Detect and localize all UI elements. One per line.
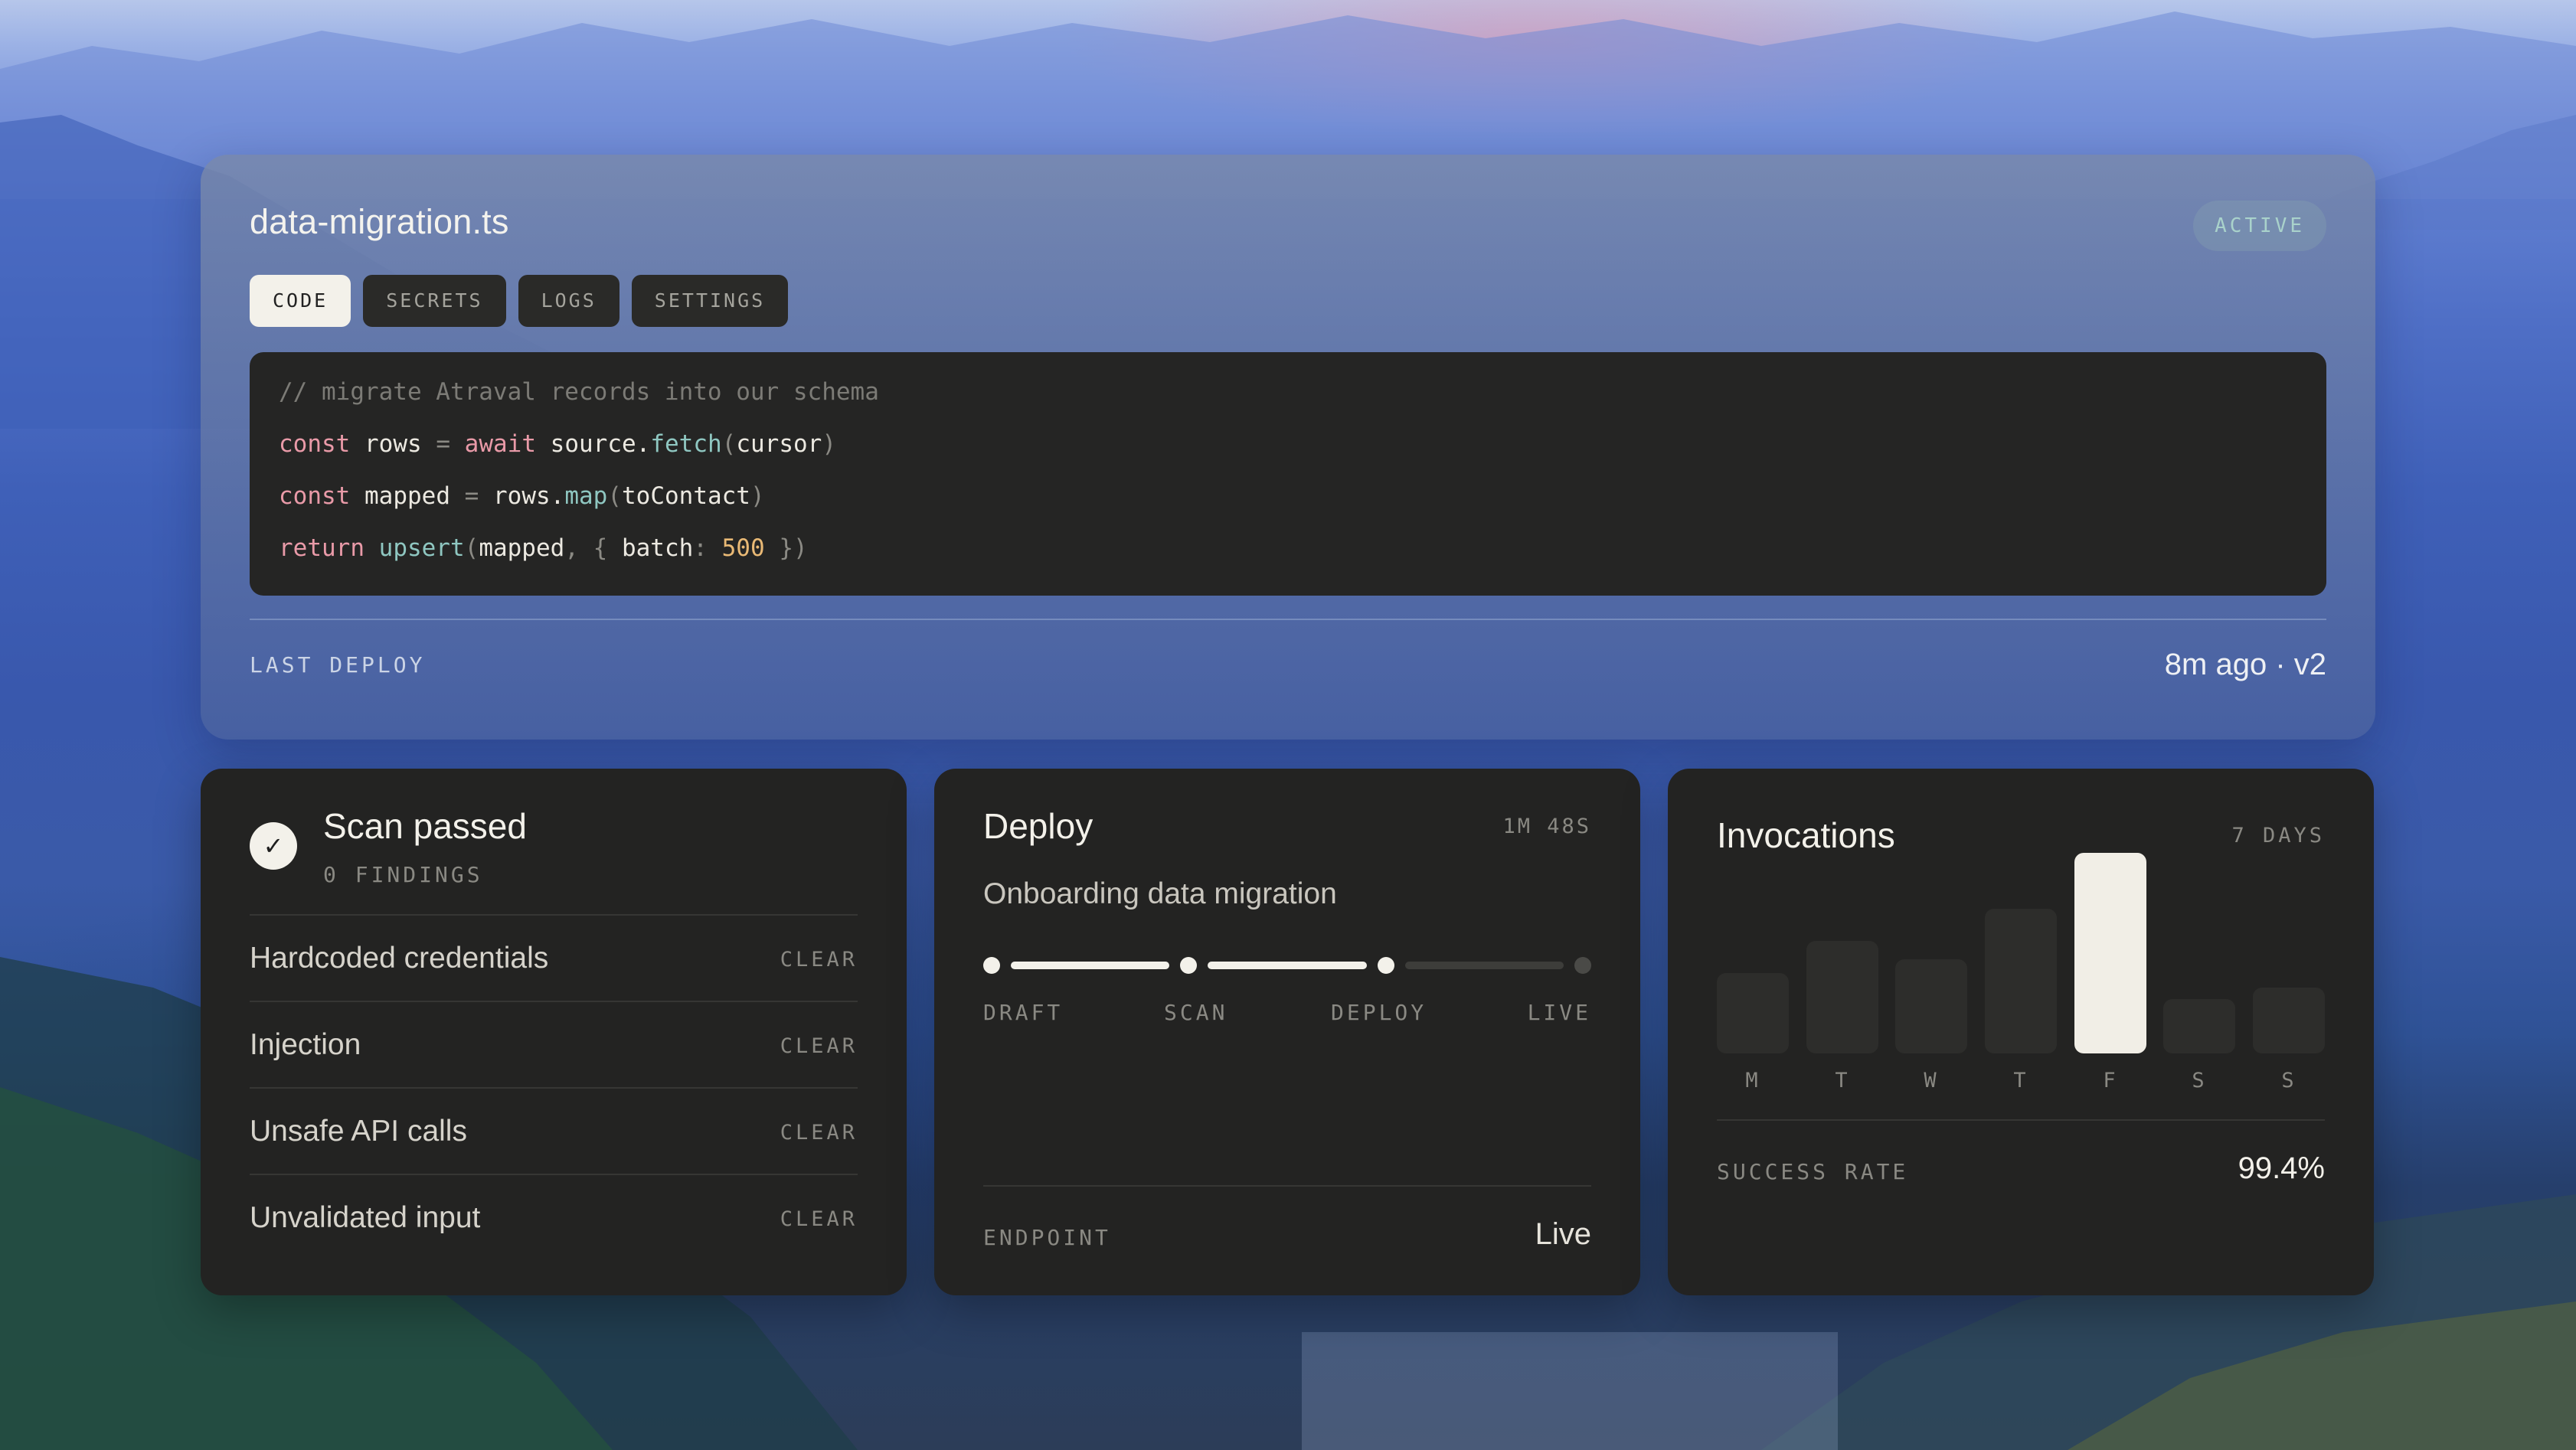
day-label: T	[1835, 1069, 1850, 1092]
chart-bar[interactable]	[2163, 999, 2235, 1053]
scan-list: Hardcoded credentials CLEAR Injection CL…	[250, 914, 858, 1260]
deploy-card: Deploy 1M 48S Onboarding data migration …	[934, 769, 1640, 1295]
code-function: fetch	[650, 430, 722, 458]
code-key: batch	[621, 534, 694, 562]
deploy-title: Deploy	[983, 806, 1093, 846]
progress-dot	[1574, 957, 1591, 974]
scan-card: ✓ Scan passed 0 FINDINGS Hardcoded crede…	[201, 769, 907, 1295]
code-argument: cursor	[736, 430, 822, 458]
chart-bar[interactable]	[1806, 941, 1878, 1053]
scan-item-label: Unvalidated input	[250, 1201, 481, 1234]
progress-dot	[983, 957, 1000, 974]
progress-segment	[1011, 962, 1169, 969]
divider	[983, 1185, 1591, 1187]
divider	[250, 619, 2326, 620]
code-function: upsert	[378, 534, 465, 562]
last-deploy-value: 8m ago · v2	[2164, 648, 2326, 681]
list-item[interactable]: Unsafe API calls CLEAR	[250, 1087, 858, 1174]
code-separator: , {	[564, 534, 608, 562]
progress-dot	[1180, 957, 1197, 974]
code-keyword: await	[464, 430, 536, 458]
scan-item-label: Unsafe API calls	[250, 1115, 467, 1148]
deploy-subtitle: Onboarding data migration	[983, 877, 1337, 910]
stage-scan: SCAN	[1164, 1000, 1228, 1025]
code-operator: =	[464, 482, 479, 510]
scan-item-status: CLEAR	[780, 1207, 858, 1231]
tab-secrets[interactable]: SECRETS	[363, 275, 506, 327]
progress-dot	[1378, 957, 1394, 974]
chart-bar[interactable]	[2253, 988, 2325, 1053]
scan-item-status: CLEAR	[780, 1034, 858, 1058]
invocations-range: 7 DAYS	[2231, 824, 2325, 847]
invocations-card: Invocations 7 DAYS MTWTFSS SUCCESS RATE …	[1668, 769, 2374, 1295]
code-line-2: const rows = await source.fetch(cursor)	[279, 427, 2297, 479]
code-paren: )	[822, 430, 836, 458]
code-paren: )	[750, 482, 765, 510]
code-line-3: const mapped = rows.map(toContact)	[279, 479, 2297, 531]
code-line-4: return upsert(mapped, { batch: 500 })	[279, 531, 2297, 583]
list-item[interactable]: Unvalidated input CLEAR	[250, 1174, 858, 1260]
code-function: map	[564, 482, 608, 510]
code-argument: mapped	[479, 534, 565, 562]
code-operator: =	[436, 430, 450, 458]
day-label: T	[2013, 1069, 2028, 1092]
code-line-1: // migrate Atraval records into our sche…	[279, 375, 2297, 427]
findings-count: 0 FINDINGS	[323, 862, 483, 887]
last-deploy-label: LAST DEPLOY	[250, 652, 426, 678]
day-label: S	[2281, 1069, 2296, 1092]
chart-bar[interactable]	[2074, 853, 2146, 1053]
code-keyword: const	[279, 430, 351, 458]
divider	[1717, 1119, 2325, 1121]
deploy-duration: 1M 48S	[1502, 815, 1591, 838]
code-paren: })	[779, 534, 808, 562]
scan-item-label: Hardcoded credentials	[250, 942, 549, 975]
code-identifier: mapped	[364, 482, 450, 510]
day-label: S	[2192, 1069, 2207, 1092]
deploy-progress-track	[983, 954, 1591, 977]
stage-deploy: DEPLOY	[1331, 1000, 1427, 1025]
code-object: rows.	[493, 482, 565, 510]
endpoint-label: ENDPOINT	[983, 1225, 1111, 1250]
editor-tabs: CODE SECRETS LOGS SETTINGS	[250, 275, 789, 327]
tab-code[interactable]: CODE	[250, 275, 351, 327]
scan-item-status: CLEAR	[780, 948, 858, 972]
check-icon: ✓	[250, 822, 297, 870]
code-block[interactable]: // migrate Atraval records into our sche…	[250, 352, 2326, 596]
tab-settings[interactable]: SETTINGS	[631, 275, 789, 327]
invocations-bar-chart	[1717, 845, 2325, 1053]
day-label: M	[1745, 1069, 1760, 1092]
stage-live: LIVE	[1527, 1000, 1591, 1025]
file-title: data-migration.ts	[250, 202, 509, 241]
code-paren: (	[721, 430, 737, 458]
progress-segment	[1208, 962, 1367, 969]
scan-title: Scan passed	[323, 806, 527, 846]
code-colon: :	[693, 534, 708, 562]
tab-logs[interactable]: LOGS	[518, 275, 619, 327]
editor-panel: data-migration.ts ACTIVE CODE SECRETS LO…	[201, 155, 2375, 740]
stage-draft: DRAFT	[983, 1000, 1064, 1025]
progress-segment	[1405, 962, 1564, 969]
chart-bar[interactable]	[1717, 973, 1789, 1053]
chart-bar[interactable]	[1985, 909, 2057, 1053]
code-object: source.	[550, 430, 651, 458]
status-badge: ACTIVE	[2193, 201, 2326, 251]
code-paren: (	[607, 482, 622, 510]
code-keyword: const	[279, 482, 351, 510]
scan-item-label: Injection	[250, 1028, 361, 1061]
list-item[interactable]: Injection CLEAR	[250, 1001, 858, 1087]
endpoint-value: Live	[1535, 1217, 1591, 1251]
success-rate-value: 99.4%	[2238, 1151, 2325, 1185]
code-number: 500	[721, 534, 765, 562]
list-item[interactable]: Hardcoded credentials CLEAR	[250, 914, 858, 1001]
code-argument: toContact	[622, 482, 750, 510]
code-identifier: rows	[364, 430, 422, 458]
chart-bar[interactable]	[1895, 959, 1967, 1053]
code-paren: (	[464, 534, 479, 562]
success-rate-label: SUCCESS RATE	[1717, 1159, 1909, 1184]
code-keyword: return	[279, 534, 364, 562]
code-comment: // migrate Atraval records into our sche…	[279, 378, 879, 406]
day-label: W	[1924, 1069, 1939, 1092]
scan-item-status: CLEAR	[780, 1121, 858, 1145]
day-label: F	[2103, 1069, 2118, 1092]
